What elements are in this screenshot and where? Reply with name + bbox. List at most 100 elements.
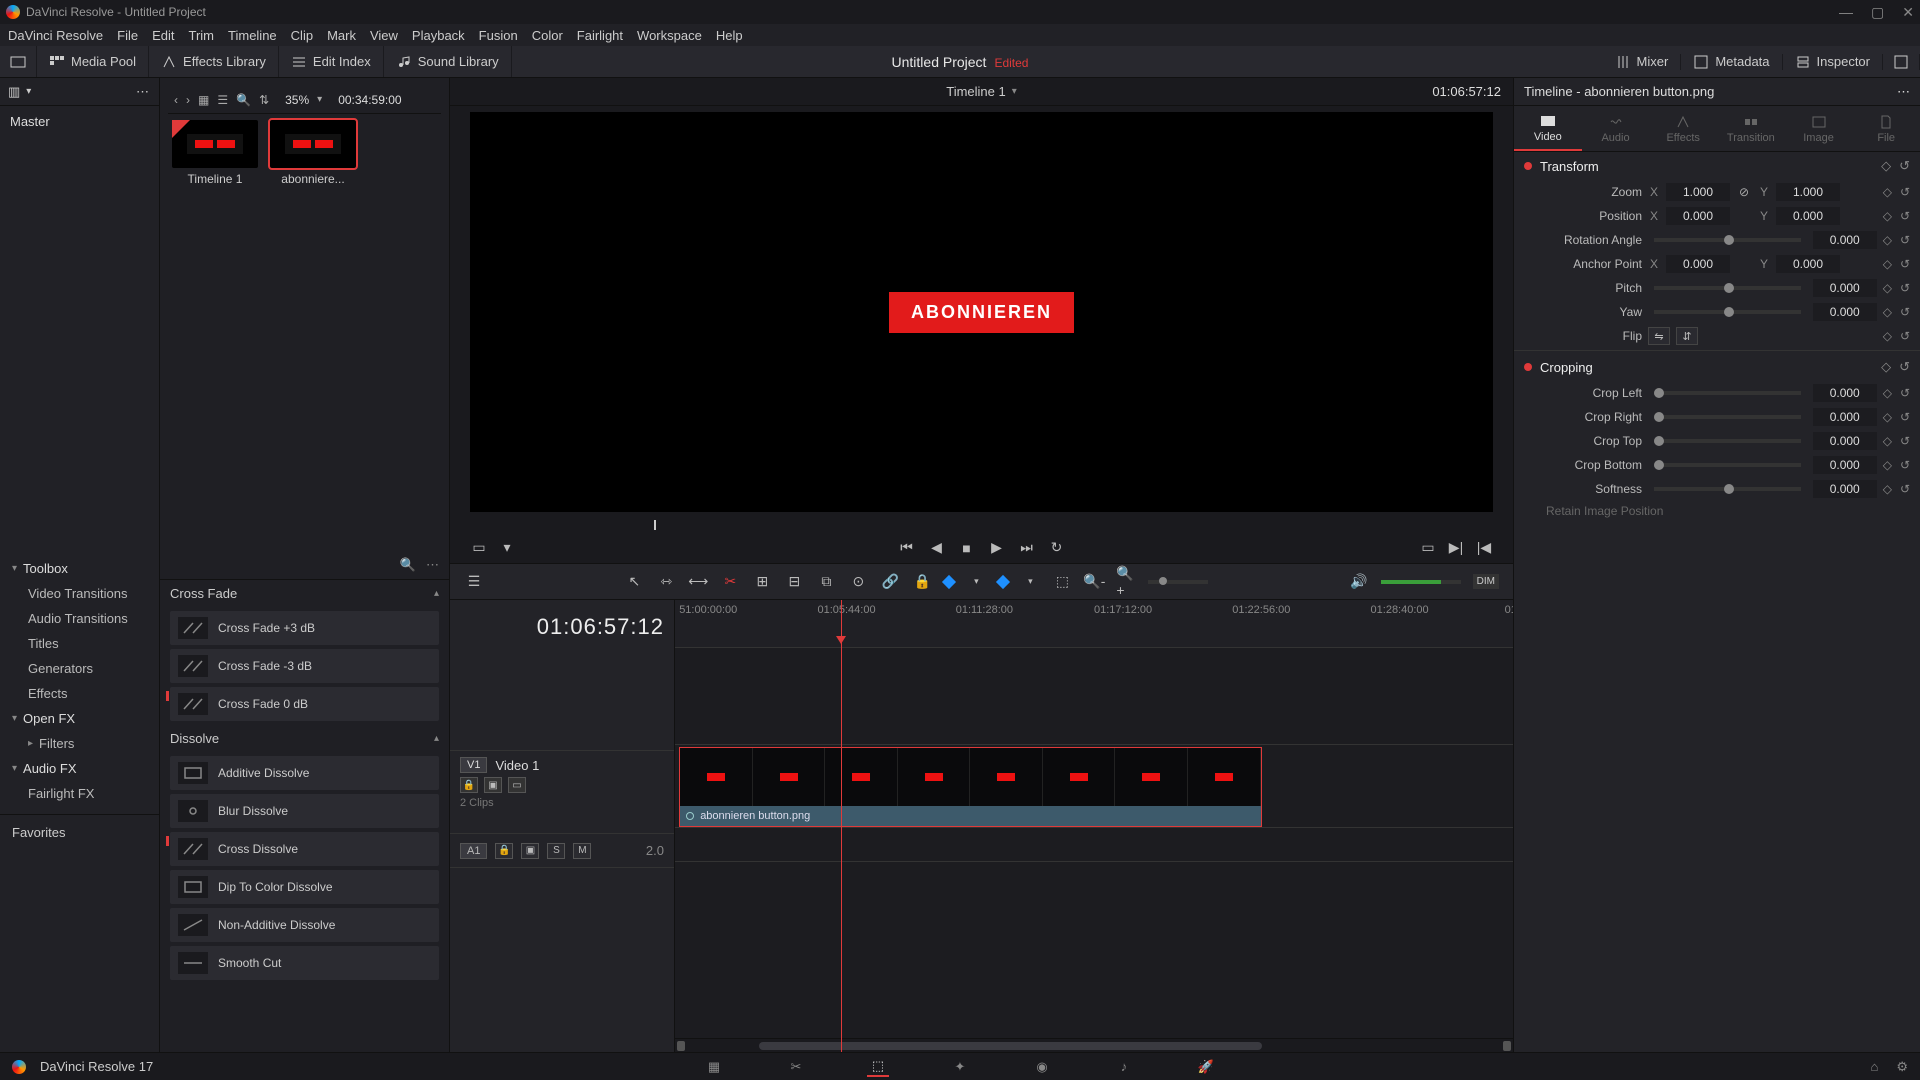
chevron-down-icon[interactable]: ▾ (1020, 572, 1040, 592)
jump-last-icon[interactable]: ⏭ (1018, 539, 1036, 556)
fairlight-fx[interactable]: Fairlight FX (0, 781, 159, 806)
replace-icon[interactable]: ⧉ (816, 572, 836, 592)
list-view-icon[interactable]: ☰ (217, 93, 228, 107)
mixer-button[interactable]: Mixer (1603, 54, 1682, 70)
page-deliver[interactable]: 🚀 (1195, 1057, 1217, 1077)
page-color[interactable]: ◉ (1031, 1057, 1053, 1077)
video-track-1[interactable]: abonnieren button.png (675, 744, 1513, 828)
media-pool-button[interactable]: Media Pool (37, 46, 149, 77)
maximize-icon[interactable]: ▢ (1871, 4, 1884, 21)
generators[interactable]: Generators (0, 656, 159, 681)
step-back-icon[interactable]: ◀ (928, 539, 946, 556)
yaw-input[interactable]: 0.000 (1813, 303, 1877, 321)
crop-left-slider[interactable] (1654, 391, 1801, 395)
timeline-options-icon[interactable]: ☰ (464, 572, 484, 592)
stop-icon[interactable]: ■ (958, 540, 976, 556)
overwrite-icon[interactable]: ⊟ (784, 572, 804, 592)
lock-track-icon[interactable]: 🔒 (460, 777, 478, 793)
tab-transition[interactable]: Transition (1717, 106, 1785, 151)
snap-icon[interactable]: ⊙ (848, 572, 868, 592)
auto-select-icon[interactable]: ▣ (484, 777, 502, 793)
video-transitions[interactable]: Video Transitions (0, 581, 159, 606)
menu-trim[interactable]: Trim (189, 28, 215, 43)
menu-timeline[interactable]: Timeline (228, 28, 277, 43)
yaw-slider[interactable] (1654, 310, 1801, 314)
panel-menu-icon[interactable]: ⋯ (1897, 84, 1910, 100)
menu-view[interactable]: View (370, 28, 398, 43)
chevron-down-icon[interactable]: ▾ (26, 86, 31, 97)
reset-icon[interactable]: ↺ (1899, 158, 1910, 174)
tab-effects[interactable]: Effects (1649, 106, 1717, 151)
anchor-y-input[interactable]: 0.000 (1776, 255, 1840, 273)
chevron-down-icon[interactable]: ▾ (498, 539, 516, 556)
menu-fairlight[interactable]: Fairlight (577, 28, 623, 43)
keyframe-icon[interactable]: ◇ (1881, 158, 1891, 174)
crop-bottom-slider[interactable] (1654, 463, 1801, 467)
fx-item[interactable]: Cross Fade +3 dB (170, 611, 439, 645)
page-edit[interactable]: ⬚ (867, 1057, 889, 1077)
effects[interactable]: Effects (0, 681, 159, 706)
flip-v-button[interactable]: ⇵ (1676, 327, 1698, 345)
go-end-icon[interactable]: ▶| (1447, 539, 1465, 556)
dynamic-trim-icon[interactable]: ⟷ (688, 572, 708, 592)
filters[interactable]: ▸Filters (0, 731, 159, 756)
crop-icon[interactable]: ▭ (470, 539, 488, 556)
lock-icon[interactable]: 🔒 (912, 572, 932, 592)
fx-item[interactable]: Cross Dissolve (170, 832, 439, 866)
crop-top-slider[interactable] (1654, 439, 1801, 443)
disable-track-icon[interactable]: ▭ (508, 777, 526, 793)
link-xy-icon[interactable]: ⊘ (1736, 185, 1752, 199)
zoom-percent[interactable]: 35% (285, 93, 309, 107)
pitch-slider[interactable] (1654, 286, 1801, 290)
audio-transitions[interactable]: Audio Transitions (0, 606, 159, 631)
nav-fwd-icon[interactable]: › (186, 93, 190, 107)
volume-slider[interactable] (1381, 580, 1461, 584)
sound-library-button[interactable]: Sound Library (384, 46, 512, 77)
titles[interactable]: Titles (0, 631, 159, 656)
zoom-range-icon[interactable]: ⬚ (1052, 572, 1072, 592)
crop-right-input[interactable]: 0.000 (1813, 408, 1877, 426)
viewer-title[interactable]: Timeline 1 (946, 84, 1005, 99)
insert-icon[interactable]: ⊞ (752, 572, 772, 592)
metadata-button[interactable]: Metadata (1681, 54, 1782, 70)
toolbox-header[interactable]: ▾Toolbox (0, 556, 159, 581)
nav-back-icon[interactable]: ‹ (174, 93, 178, 107)
menu-fusion[interactable]: Fusion (479, 28, 518, 43)
panel-menu-icon[interactable]: ⋯ (136, 84, 151, 100)
playhead[interactable] (841, 600, 842, 1052)
rotation-slider[interactable] (1654, 238, 1801, 242)
clip-thumbnail[interactable]: Timeline 1 (172, 120, 258, 186)
openfx-header[interactable]: ▾Open FX (0, 706, 159, 731)
jump-first-icon[interactable]: ⏮ (898, 539, 916, 556)
tab-file[interactable]: File (1852, 106, 1920, 151)
menu-color[interactable]: Color (532, 28, 563, 43)
marker-icon[interactable] (996, 574, 1010, 588)
search-icon[interactable]: 🔍 (236, 93, 251, 107)
menu-help[interactable]: Help (716, 28, 743, 43)
fx-item[interactable]: Smooth Cut (170, 946, 439, 980)
menu-file[interactable]: File (117, 28, 138, 43)
thumb-view-icon[interactable]: ▦ (198, 93, 209, 107)
crop-top-input[interactable]: 0.000 (1813, 432, 1877, 450)
clip-thumbnail[interactable]: abonniere... (270, 120, 356, 186)
flag-icon[interactable] (942, 574, 956, 588)
tab-image[interactable]: Image (1785, 106, 1853, 151)
tab-audio[interactable]: Audio (1582, 106, 1650, 151)
rotation-input[interactable]: 0.000 (1813, 231, 1877, 249)
menu-workspace[interactable]: Workspace (637, 28, 702, 43)
audiofx-header[interactable]: ▾Audio FX (0, 756, 159, 781)
chevron-down-icon[interactable]: ▾ (317, 94, 322, 105)
page-media[interactable]: ▦ (703, 1057, 725, 1077)
fx-item[interactable]: Additive Dissolve (170, 756, 439, 790)
fullscreen-icon[interactable] (1883, 54, 1920, 70)
play-icon[interactable]: ▶ (988, 539, 1006, 556)
audio-track-1[interactable] (675, 828, 1513, 862)
reset-icon[interactable]: ↺ (1900, 185, 1910, 199)
favorites[interactable]: Favorites (0, 814, 159, 850)
fx-item[interactable]: Non-Additive Dissolve (170, 908, 439, 942)
fx-item[interactable]: Dip To Color Dissolve (170, 870, 439, 904)
tab-video[interactable]: Video (1514, 106, 1582, 151)
minimize-icon[interactable]: — (1839, 4, 1853, 21)
blade-tool-icon[interactable]: ✂ (720, 572, 740, 592)
match-frame-icon[interactable]: ▭ (1419, 539, 1437, 556)
